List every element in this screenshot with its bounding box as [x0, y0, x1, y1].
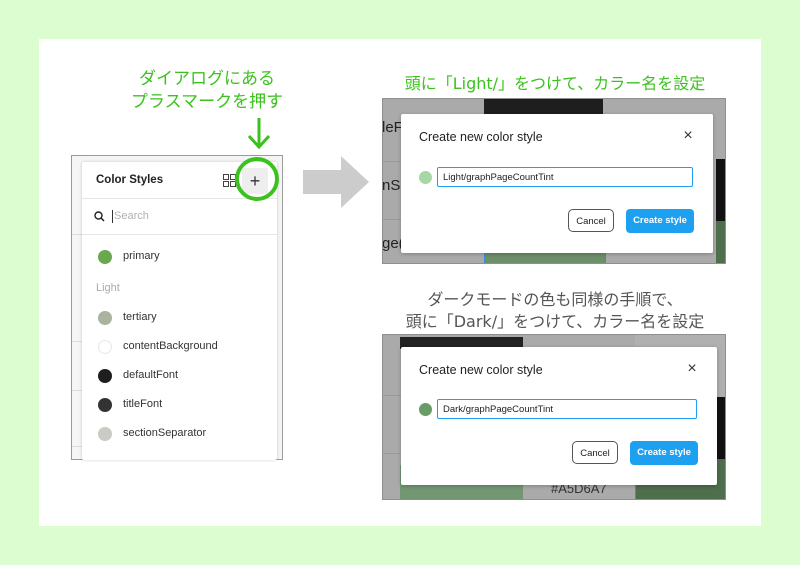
down-arrow-icon: [247, 118, 271, 150]
background-text: leF: [382, 119, 403, 136]
style-name: sectionSeparator: [123, 427, 207, 439]
color-styles-panel: Color Styles + primary Light tertiary co…: [82, 162, 277, 460]
style-item-titlefont[interactable]: titleFont: [98, 396, 268, 414]
style-name: contentBackground: [123, 340, 218, 352]
close-icon[interactable]: ×: [683, 360, 701, 378]
color-swatch: [98, 311, 112, 325]
caption-line-1: ダークモードの色も同様の手順で、: [427, 290, 683, 309]
color-swatch: [98, 427, 112, 441]
caption-line-2: プラスマークを押す: [130, 92, 284, 112]
search-field[interactable]: [94, 208, 264, 226]
style-name: titleFont: [123, 398, 163, 410]
dialog-title: Create new color style: [419, 363, 543, 377]
style-name-input[interactable]: [437, 399, 697, 419]
search-input[interactable]: [114, 208, 254, 224]
create-color-style-dialog-light: Create new color style × Cancel Create s…: [401, 114, 713, 253]
create-color-style-dialog-dark: Create new color style × Cancel Create s…: [401, 347, 717, 485]
create-style-button[interactable]: Create style: [630, 441, 698, 465]
instruction-caption-dark: ダークモードの色も同様の手順で、 頭に「Dark/」をつけて、カラー名を設定: [380, 289, 730, 333]
style-item-primary[interactable]: primary: [98, 248, 268, 266]
style-name-input[interactable]: [437, 167, 693, 187]
panel-title: Color Styles: [96, 174, 164, 186]
style-item-sectionseparator[interactable]: sectionSeparator: [98, 425, 268, 443]
style-name: defaultFont: [123, 369, 179, 381]
highlight-circle: [235, 157, 279, 201]
color-swatch: [98, 369, 112, 383]
style-item-contentbackground[interactable]: contentBackground: [98, 338, 268, 356]
color-swatch[interactable]: [419, 171, 432, 184]
color-swatch: [98, 398, 112, 412]
group-label-light: Light: [96, 282, 120, 294]
cancel-button[interactable]: Cancel: [572, 441, 618, 464]
close-icon[interactable]: ×: [679, 127, 697, 145]
right-arrow-icon: [303, 156, 369, 208]
color-swatch: [98, 250, 112, 264]
divider: [82, 234, 277, 235]
style-item-defaultfont[interactable]: defaultFont: [98, 367, 268, 385]
instruction-caption-left: ダイアログにある プラスマークを押す: [112, 68, 302, 114]
search-icon: [94, 211, 105, 222]
caption-line-2: 頭に「Dark/」をつけて、カラー名を設定: [405, 312, 705, 331]
color-swatch: [98, 340, 112, 354]
grid-view-icon[interactable]: [223, 174, 236, 187]
create-style-button[interactable]: Create style: [626, 209, 694, 233]
cancel-button[interactable]: Cancel: [568, 209, 614, 232]
style-name: tertiary: [123, 311, 157, 323]
instruction-caption-light: 頭に「Light/」をつけて、カラー名を設定: [404, 74, 706, 93]
dialog-title: Create new color style: [419, 130, 543, 144]
style-item-tertiary[interactable]: tertiary: [98, 309, 268, 327]
color-swatch[interactable]: [419, 403, 432, 416]
text-caret: [112, 210, 113, 223]
style-name: primary: [123, 250, 160, 262]
caption-line-1: ダイアログにある: [139, 69, 275, 89]
